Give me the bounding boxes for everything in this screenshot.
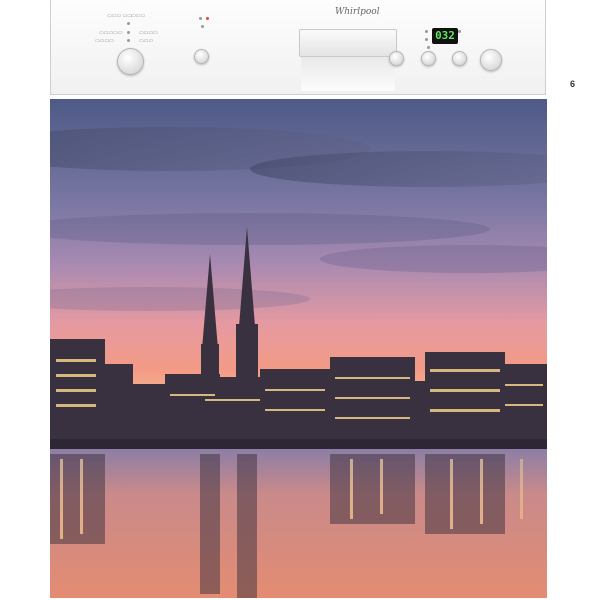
indicator-light [458,30,461,33]
program-indicator [127,31,130,34]
brand-logo: Whirlpool [335,7,380,17]
status-light [199,17,202,20]
option-button[interactable] [452,51,467,66]
waterfront [50,439,547,449]
hamburg-skyline-image [50,99,547,598]
control-panel: ▭▭▭ ▭▭ ▭▭▭ ▭▭▭▭▭ ▭▭▭▭ ▭▭▭▭ ▭▭▭ Whirlpool… [50,0,575,95]
option-button[interactable] [421,51,436,66]
start-button[interactable] [480,49,502,71]
status-light [206,17,209,20]
option-button[interactable] [389,51,404,66]
door-handle[interactable] [299,29,397,57]
program-indicator [127,22,130,25]
cityscape-photo [50,99,547,598]
handle-recess [301,57,395,91]
status-light [201,25,204,28]
delay-button[interactable] [194,49,209,64]
time-display: 032 [432,28,458,44]
indicator-light [427,46,430,49]
sixth-sense-badge: 6 [570,79,576,89]
program-selector-knob[interactable] [117,48,144,75]
indicator-light [425,38,428,41]
indicator-light [425,30,428,33]
program-indicator [127,39,130,42]
